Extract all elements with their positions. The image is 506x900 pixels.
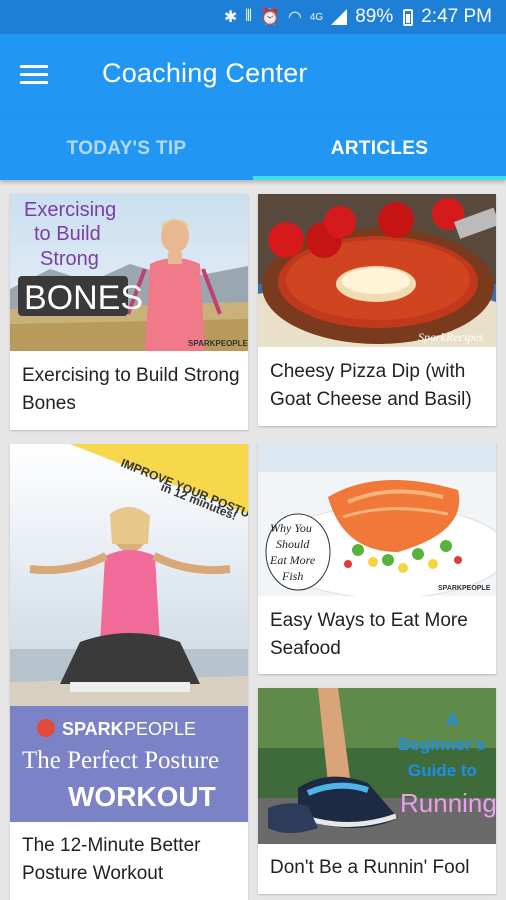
wifi-icon: ◠ bbox=[287, 9, 302, 26]
svg-text:Eat More: Eat More bbox=[269, 553, 316, 567]
svg-text:Fish: Fish bbox=[281, 569, 303, 583]
vibrate-icon: ⫴ bbox=[245, 8, 252, 25]
clock: 2:47 PM bbox=[421, 6, 492, 27]
svg-text:Beginner's: Beginner's bbox=[398, 735, 485, 754]
article-image: A Beginner's Guide to Running bbox=[258, 688, 496, 844]
svg-text:SparkRecipes: SparkRecipes bbox=[418, 330, 484, 344]
svg-text:WORKOUT: WORKOUT bbox=[68, 781, 216, 812]
article-card[interactable]: IMPROVE YOUR POSTURE in 12 minutes! SPAR… bbox=[10, 444, 248, 900]
tab-bar: TODAY'S TIP ARTICLES bbox=[0, 118, 506, 180]
article-card[interactable]: SparkRecipes Cheesy Pizza Dip (with Goat… bbox=[258, 194, 496, 426]
status-bar: ✱ ⫴ ⏰ ◠ 4G 89% 2:47 PM bbox=[0, 0, 506, 34]
app-bar: Coaching Center bbox=[0, 34, 506, 118]
image-text-exercising: Exercising bbox=[24, 199, 116, 221]
battery-percent: 89% bbox=[355, 6, 394, 27]
signal-icon bbox=[331, 9, 348, 25]
svg-text:Running: Running bbox=[400, 788, 496, 818]
tab-todays-tip[interactable]: TODAY'S TIP bbox=[0, 118, 253, 180]
article-image: Exercising to Build Strong BONES SPARKPE… bbox=[10, 194, 248, 351]
svg-text:BONES: BONES bbox=[24, 279, 143, 317]
network-type: 4G bbox=[309, 11, 324, 23]
article-card[interactable]: Exercising to Build Strong BONES SPARKPE… bbox=[10, 194, 248, 430]
article-image: SparkRecipes bbox=[258, 194, 496, 347]
svg-text:SPARKPEOPLE: SPARKPEOPLE bbox=[188, 339, 248, 348]
svg-text:The Perfect Posture: The Perfect Posture bbox=[22, 747, 219, 774]
article-card[interactable]: A Beginner's Guide to Running Don't Be a… bbox=[258, 688, 496, 894]
bluetooth-icon: ✱ bbox=[223, 9, 238, 26]
svg-text:PEOPLE: PEOPLE bbox=[124, 719, 196, 739]
article-card[interactable]: Why You Should Eat More Fish SPARKPEOPLE… bbox=[258, 442, 496, 674]
svg-text:Should: Should bbox=[276, 537, 310, 551]
svg-text:Why You: Why You bbox=[270, 521, 312, 535]
app-title: Coaching Center bbox=[102, 58, 308, 88]
svg-text:to Build: to Build bbox=[34, 223, 101, 245]
article-title: Don't Be a Runnin' Fool bbox=[270, 857, 470, 878]
article-title: The 12-Minute Better Posture Workout bbox=[22, 835, 201, 884]
article-image: Why You Should Eat More Fish SPARKPEOPLE bbox=[258, 442, 496, 596]
svg-text:Guide to: Guide to bbox=[408, 761, 477, 780]
article-title: Easy Ways to Eat More Seafood bbox=[270, 610, 468, 659]
hamburger-menu-icon[interactable] bbox=[20, 64, 48, 86]
svg-text:A: A bbox=[446, 710, 459, 730]
tab-articles[interactable]: ARTICLES bbox=[253, 118, 506, 180]
article-title: Exercising to Build Strong Bones bbox=[22, 365, 240, 414]
alarm-icon: ⏰ bbox=[259, 9, 280, 26]
svg-text:SPARK: SPARK bbox=[62, 719, 124, 739]
svg-text:SPARKPEOPLE: SPARKPEOPLE bbox=[438, 585, 491, 592]
svg-text:Strong: Strong bbox=[40, 248, 99, 270]
article-title: Cheesy Pizza Dip (with Goat Cheese and B… bbox=[270, 361, 472, 410]
battery-icon bbox=[403, 8, 414, 26]
article-image: IMPROVE YOUR POSTURE in 12 minutes! SPAR… bbox=[10, 444, 248, 822]
